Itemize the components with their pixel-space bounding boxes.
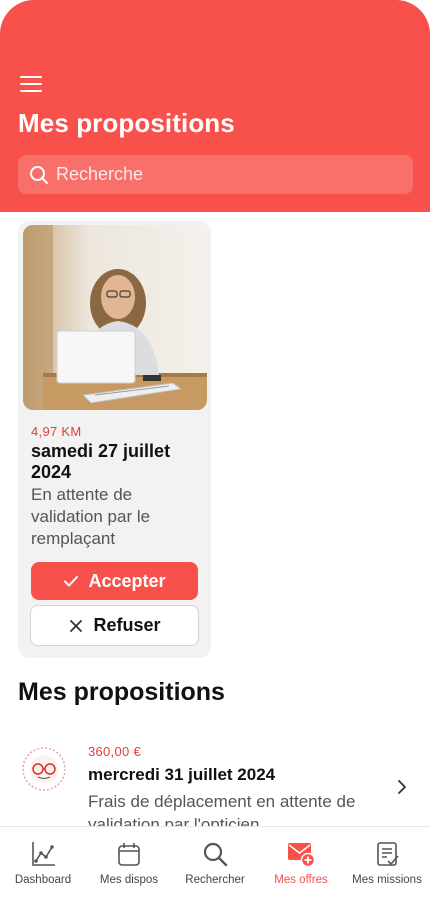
tab-label: Mes missions	[352, 874, 422, 886]
card-photo	[23, 225, 207, 410]
tab-mes-missions[interactable]: Mes missions	[344, 827, 430, 900]
refuse-label: Refuser	[93, 615, 161, 635]
list-item[interactable]: 360,00 € mercredi 31 juillet 2024 Frais …	[0, 730, 430, 834]
mail-add-icon	[288, 843, 315, 868]
price-label: 360,00 €	[88, 744, 142, 759]
tab-dashboard[interactable]: Dashboard	[0, 827, 86, 900]
clipboard-icon	[377, 842, 399, 866]
tab-label: Rechercher	[185, 874, 245, 886]
item-date: mercredi 31 juillet 2024	[88, 765, 276, 784]
tab-label: Dashboard	[14, 874, 72, 886]
tab-label: Mes offres	[274, 874, 328, 886]
search-icon	[203, 842, 228, 867]
tab-rechercher[interactable]: Rechercher	[172, 827, 258, 900]
card-status: En attente de validation par le remplaça…	[31, 485, 151, 548]
chevron-right-icon[interactable]	[396, 779, 408, 795]
bottom-tab-bar: Dashboard Mes dispos Rechercher Mes offr…	[0, 826, 430, 900]
phone-screen: Mes propositions Recherche 4,97 KM samed…	[0, 0, 430, 900]
card-date: samedi 27 juillet 2024	[31, 441, 171, 482]
check-icon	[64, 576, 79, 587]
accept-label: Accepter	[88, 570, 166, 591]
header: Mes propositions	[0, 0, 430, 212]
search-icon	[30, 165, 48, 184]
tab-label: Mes dispos	[99, 874, 159, 886]
calendar-icon	[118, 843, 140, 866]
page-title: Mes propositions	[18, 108, 235, 138]
search-bar[interactable]	[18, 155, 413, 194]
distance-label: 4,97 KM	[31, 424, 82, 439]
section-title: Mes propositions	[18, 678, 225, 706]
optician-logo-icon	[22, 747, 66, 791]
search-input[interactable]	[56, 164, 386, 185]
accept-button[interactable]: Accepter	[31, 562, 198, 600]
proposal-card[interactable]: 4,97 KM samedi 27 juillet 2024 En attent…	[18, 221, 211, 658]
tab-mes-dispos[interactable]: Mes dispos	[86, 827, 172, 900]
refuse-button[interactable]: Refuser	[30, 605, 199, 646]
chart-icon	[32, 842, 55, 866]
tab-mes-offres[interactable]: Mes offres	[258, 827, 344, 900]
hamburger-menu-icon[interactable]	[20, 76, 42, 92]
close-icon	[70, 619, 83, 632]
